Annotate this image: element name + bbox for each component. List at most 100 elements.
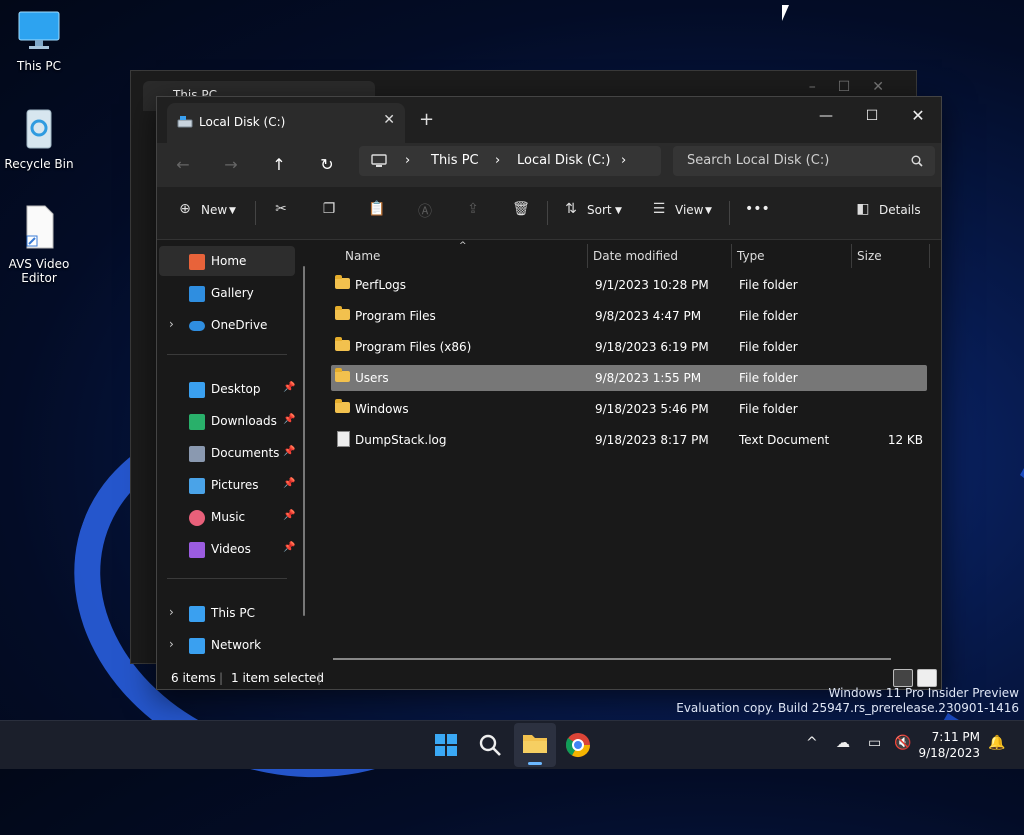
column-divider[interactable] — [851, 244, 852, 268]
paste-button[interactable]: 📋 — [367, 201, 387, 221]
expand-chevron-icon[interactable]: › — [169, 317, 174, 331]
download-icon — [189, 414, 205, 430]
tab-title: Local Disk (C:) — [199, 115, 286, 129]
table-row-selected[interactable]: Users 9/8/2023 1:55 PM File folder — [331, 365, 927, 391]
table-row[interactable]: DumpStack.log 9/18/2023 8:17 PM Text Doc… — [331, 427, 927, 453]
network-tray-icon[interactable]: ▭ — [868, 735, 881, 751]
pin-icon[interactable]: 📌 — [283, 414, 295, 425]
share-button[interactable]: ⇪ — [463, 201, 483, 221]
search-input[interactable]: Search Local Disk (C:) — [687, 153, 829, 168]
computer-icon — [189, 606, 205, 622]
sidebar-item-onedrive[interactable]: › OneDrive — [159, 310, 295, 340]
sidebar-item-home[interactable]: Home — [159, 246, 295, 276]
sidebar-item-music[interactable]: Music 📌 — [159, 502, 295, 532]
column-header-type[interactable]: Type — [737, 244, 765, 268]
sidebar-item-documents[interactable]: Documents 📌 — [159, 438, 295, 468]
up-arrow-icon[interactable]: ↑ — [267, 153, 291, 177]
desktop-icon-recycle-bin[interactable]: Recycle Bin — [0, 106, 78, 171]
breadcrumb-separator-icon: › — [405, 153, 411, 168]
sidebar-item-network[interactable]: › Network — [159, 630, 295, 660]
breadcrumb[interactable]: › This PC › Local Disk (C:) › — [359, 146, 661, 176]
column-divider[interactable] — [929, 244, 930, 268]
column-header-size[interactable]: Size — [857, 244, 882, 268]
sidebar-item-videos[interactable]: Videos 📌 — [159, 534, 295, 564]
column-header-name[interactable]: Name — [345, 244, 380, 268]
file-date: 9/18/2023 5:46 PM — [595, 402, 709, 416]
pin-icon[interactable]: 📌 — [283, 446, 295, 457]
new-plus-icon: ⊕ — [179, 201, 191, 217]
copy-button[interactable]: ❐ — [319, 201, 339, 221]
file-type: File folder — [739, 371, 798, 385]
column-divider[interactable] — [587, 244, 588, 268]
desktop-icon-avs-video-editor[interactable]: AVS Video Editor — [0, 204, 78, 285]
tab-close-icon[interactable]: ✕ — [383, 112, 395, 128]
new-button[interactable]: New — [201, 203, 227, 217]
rename-button[interactable]: Ⓐ — [415, 201, 435, 221]
status-divider: | — [317, 671, 322, 685]
file-explorer-taskbar-button[interactable] — [514, 723, 556, 767]
home-icon — [189, 254, 205, 270]
show-hidden-icons-chevron-icon[interactable]: ^ — [806, 735, 818, 751]
search-icon — [911, 155, 923, 167]
table-row[interactable]: Windows 9/18/2023 5:46 PM File folder — [331, 396, 927, 422]
file-type: Text Document — [739, 433, 830, 447]
column-header-date[interactable]: Date modified — [593, 244, 678, 268]
expand-chevron-icon[interactable]: › — [169, 637, 174, 651]
notification-bell-icon[interactable]: 🔔 — [988, 735, 1005, 751]
recycle-bin-icon — [26, 109, 52, 149]
breadcrumb-local-disk[interactable]: Local Disk (C:) — [517, 153, 610, 168]
minimize-button[interactable]: — — [803, 101, 849, 131]
pin-icon[interactable]: 📌 — [283, 478, 295, 489]
desktop-icon-this-pc[interactable]: This PC — [0, 10, 78, 73]
view-button[interactable]: View — [675, 203, 703, 217]
file-explorer-window[interactable]: Local Disk (C:) ✕ + — ☐ ✕ ← → ↑ ↻ › This… — [156, 96, 942, 690]
sidebar-item-gallery[interactable]: Gallery — [159, 278, 295, 308]
clock[interactable]: 7:11 PM 9/18/2023 — [918, 729, 980, 761]
pin-icon[interactable]: 📌 — [283, 542, 295, 553]
sidebar-item-pictures[interactable]: Pictures 📌 — [159, 470, 295, 500]
sidebar-item-downloads[interactable]: Downloads 📌 — [159, 406, 295, 436]
tiles-view-button[interactable] — [917, 669, 937, 687]
start-button[interactable] — [430, 729, 462, 761]
details-button[interactable]: Details — [879, 203, 921, 217]
chrome-button[interactable] — [562, 729, 594, 761]
selection-count: 1 item selected — [231, 671, 325, 685]
breadcrumb-this-pc[interactable]: This PC — [431, 153, 479, 168]
more-options-button[interactable]: ••• — [745, 201, 770, 217]
sidebar-item-this-pc[interactable]: › This PC — [159, 598, 295, 628]
pin-icon[interactable]: 📌 — [283, 382, 295, 393]
volume-muted-icon[interactable]: 🔇 — [894, 735, 911, 751]
folder-icon — [335, 399, 350, 413]
file-name: Users — [355, 371, 389, 385]
sidebar-item-label: This PC — [211, 606, 255, 620]
breadcrumb-chevron-icon[interactable]: › — [621, 153, 626, 168]
sidebar-divider — [167, 578, 287, 579]
sidebar-item-label: Gallery — [211, 286, 254, 300]
forward-arrow-icon[interactable]: → — [219, 153, 243, 177]
cut-button[interactable]: ✂ — [271, 201, 291, 221]
sidebar-item-desktop[interactable]: Desktop 📌 — [159, 374, 295, 404]
taskbar: ^ ☁ ▭ 🔇 7:11 PM 9/18/2023 🔔 — [0, 720, 1024, 769]
details-view-button[interactable] — [893, 669, 913, 687]
chevron-down-icon: ▼ — [705, 206, 712, 216]
sort-button[interactable]: Sort — [587, 203, 612, 217]
expand-chevron-icon[interactable]: › — [169, 605, 174, 619]
table-row[interactable]: Program Files (x86) 9/18/2023 6:19 PM Fi… — [331, 334, 927, 360]
tab-local-disk[interactable]: Local Disk (C:) ✕ — [167, 103, 405, 143]
table-row[interactable]: PerfLogs 9/1/2023 10:28 PM File folder — [331, 272, 927, 298]
search-button[interactable] — [474, 729, 506, 761]
delete-button[interactable]: 🗑 — [511, 201, 531, 221]
search-box[interactable]: Search Local Disk (C:) — [673, 146, 935, 176]
onedrive-tray-icon[interactable]: ☁ — [836, 735, 850, 751]
sidebar-scrollbar[interactable] — [303, 266, 305, 616]
close-window-button[interactable]: ✕ — [895, 101, 941, 131]
back-arrow-icon[interactable]: ← — [171, 153, 195, 177]
horizontal-scrollbar[interactable] — [333, 658, 891, 660]
title-bar: Local Disk (C:) ✕ + — ☐ ✕ — [157, 97, 941, 143]
maximize-button[interactable]: ☐ — [849, 101, 895, 131]
pin-icon[interactable]: 📌 — [283, 510, 295, 521]
refresh-icon[interactable]: ↻ — [315, 153, 339, 177]
new-tab-button[interactable]: + — [419, 109, 434, 130]
table-row[interactable]: Program Files 9/8/2023 4:47 PM File fold… — [331, 303, 927, 329]
column-divider[interactable] — [731, 244, 732, 268]
